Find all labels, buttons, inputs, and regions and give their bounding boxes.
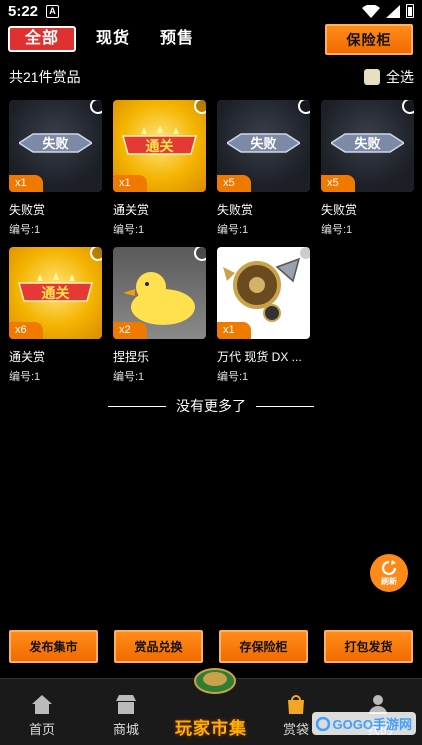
nav-player-market[interactable]: 玩家市集 <box>168 668 254 745</box>
store-safe-button[interactable]: 存保险柜 <box>219 630 308 663</box>
publish-market-button[interactable]: 发布集市 <box>9 630 98 663</box>
fail-badge-icon: 失败 <box>227 133 300 153</box>
select-radio[interactable] <box>194 247 206 261</box>
nav-bag-label: 赏袋 <box>282 722 309 737</box>
select-all-label: 全选 <box>386 69 414 85</box>
badge-text: 通关 <box>42 285 70 302</box>
quantity-badge: x6 <box>9 322 43 339</box>
prize-code: 编号:1 <box>321 224 353 236</box>
quantity-badge: x2 <box>113 322 147 339</box>
prize-image-fail: 失败 x5 <box>217 100 310 192</box>
watermark-logo: GOGO手游网 <box>311 712 416 735</box>
quantity-badge: x1 <box>113 175 147 192</box>
refresh-label: 刷新 <box>381 576 397 586</box>
home-icon <box>32 695 52 714</box>
status-bar: 5:22 A <box>0 0 422 22</box>
pass-badge-icon: 通关 <box>18 272 93 302</box>
exchange-prize-button[interactable]: 赏品兑换 <box>114 630 203 663</box>
prize-card[interactable]: x1 万代 现货 DX ... 编号:1 <box>217 247 310 384</box>
prize-card[interactable]: 通关 x6 通关赏 编号:1 <box>9 247 102 384</box>
tab-presale[interactable]: 预售 <box>150 25 204 53</box>
refresh-icon <box>381 559 397 575</box>
action-bar: 发布集市 赏品兑换 存保险柜 打包发货 <box>9 630 413 663</box>
prize-image-pass: 通关 x1 <box>113 100 206 192</box>
prize-name: 万代 现货 DX ... <box>217 350 302 364</box>
filter-tabs: 全部 现货 预售 <box>8 25 214 53</box>
select-all-checkbox[interactable] <box>364 69 380 85</box>
prize-name: 失败赏 <box>321 203 358 217</box>
bag-icon <box>288 695 304 714</box>
pass-badge-icon: 通关 <box>122 125 197 155</box>
signal-icon <box>386 4 400 18</box>
badge-text: 失败 <box>42 136 68 152</box>
select-radio[interactable] <box>402 100 414 114</box>
coin-logo-icon <box>194 668 236 694</box>
select-radio[interactable] <box>298 247 310 261</box>
select-all-control[interactable]: 全选 <box>364 67 414 87</box>
nav-home[interactable]: 首页 <box>0 679 84 745</box>
nav-mall-label: 商城 <box>112 722 139 737</box>
prize-card[interactable]: 通关 x1 通关赏 编号:1 <box>113 100 206 237</box>
prize-image-fail: 失败 x1 <box>9 100 102 192</box>
battery-icon <box>406 4 414 18</box>
select-radio[interactable] <box>90 100 102 114</box>
prize-name: 捏捏乐 <box>113 350 150 364</box>
prize-image-duck: x2 <box>113 247 206 339</box>
notification-a-icon: A <box>46 4 60 18</box>
quantity-badge: x1 <box>217 322 251 339</box>
end-of-list: 没有更多了 <box>108 396 314 416</box>
prize-count: 共21件赏品 <box>9 69 81 85</box>
tab-all[interactable]: 全部 <box>8 26 76 52</box>
select-radio[interactable] <box>90 247 102 261</box>
divider <box>108 405 166 407</box>
prize-card[interactable]: 失败 x5 失败赏 编号:1 <box>321 100 414 237</box>
prize-code: 编号:1 <box>217 224 249 236</box>
gogo-logo-icon <box>315 716 330 731</box>
select-radio[interactable] <box>298 100 310 114</box>
divider <box>256 405 314 407</box>
select-radio[interactable] <box>194 100 206 114</box>
prize-name: 通关赏 <box>113 203 150 217</box>
pack-ship-button[interactable]: 打包发货 <box>324 630 413 663</box>
prize-card[interactable]: 失败 x5 失败赏 编号:1 <box>217 100 310 237</box>
fail-badge-icon: 失败 <box>19 133 92 153</box>
nav-mall[interactable]: 商城 <box>84 679 168 745</box>
store-icon <box>116 695 136 714</box>
badge-text: 失败 <box>354 136 380 152</box>
safe-box-button[interactable]: 保险柜 <box>325 24 413 55</box>
prize-code: 编号:1 <box>113 224 145 236</box>
prize-code: 编号:1 <box>9 224 41 236</box>
badge-text: 通关 <box>146 138 174 155</box>
fail-badge-icon: 失败 <box>331 133 404 153</box>
prize-image-pass: 通关 x6 <box>9 247 102 339</box>
refresh-button[interactable]: 刷新 <box>370 554 408 592</box>
prize-code: 编号:1 <box>113 371 145 383</box>
quantity-badge: x5 <box>321 175 355 192</box>
prize-name: 通关赏 <box>9 350 46 364</box>
prize-image-fail: 失败 x5 <box>321 100 414 192</box>
no-more-text: 没有更多了 <box>176 398 246 414</box>
watermark-text: GOGO手游网 <box>332 717 412 732</box>
prize-card[interactable]: 失败 x1 失败赏 编号:1 <box>9 100 102 237</box>
prize-image-dx-toy: x1 <box>217 247 310 339</box>
quantity-badge: x5 <box>217 175 251 192</box>
nav-home-label: 首页 <box>28 722 55 737</box>
status-time: 5:22 <box>8 2 39 20</box>
nav-center-label: 玩家市集 <box>175 719 247 738</box>
prize-code: 编号:1 <box>9 371 41 383</box>
wifi-icon <box>362 4 380 18</box>
prize-name: 失败赏 <box>9 203 46 217</box>
prize-code: 编号:1 <box>217 371 249 383</box>
badge-text: 失败 <box>250 136 276 152</box>
quantity-badge: x1 <box>9 175 43 192</box>
tab-in-stock[interactable]: 现货 <box>86 25 140 53</box>
summary-row: 共21件赏品 全选 <box>9 66 414 88</box>
prize-name: 失败赏 <box>217 203 254 217</box>
prize-card[interactable]: x2 捏捏乐 编号:1 <box>113 247 206 384</box>
